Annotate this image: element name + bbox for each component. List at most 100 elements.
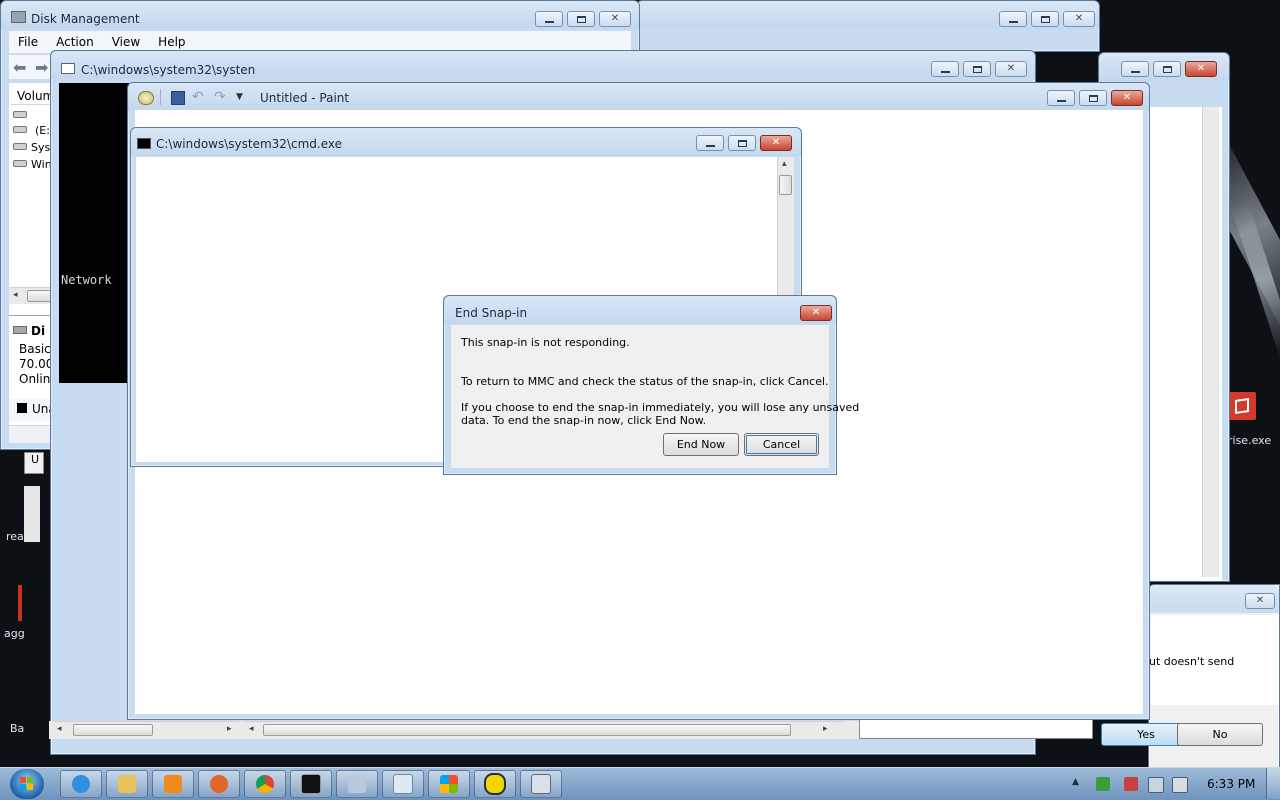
legend-swatch-unallocated bbox=[17, 403, 27, 413]
back-icon[interactable]: ⬅ bbox=[13, 58, 26, 77]
vertical-scrollbar[interactable] bbox=[1202, 107, 1219, 577]
cmd-icon bbox=[301, 774, 321, 794]
disk-type: Basic bbox=[19, 342, 51, 356]
end-now-button[interactable]: End Now bbox=[663, 433, 739, 456]
close-button[interactable]: ✕ bbox=[760, 135, 792, 151]
volume-muted-icon[interactable] bbox=[1172, 777, 1188, 793]
dialog-message: data. To end the snap-in now, click End … bbox=[461, 414, 707, 427]
minimize-button[interactable] bbox=[1121, 61, 1149, 77]
forward-icon[interactable]: ➡ bbox=[35, 58, 48, 77]
menu-file[interactable]: File bbox=[9, 35, 47, 49]
minimize-button[interactable] bbox=[535, 11, 563, 27]
minimize-button[interactable] bbox=[696, 135, 724, 151]
undo-icon[interactable]: ↶ bbox=[192, 89, 204, 105]
taskbar-internet-explorer[interactable] bbox=[60, 770, 102, 798]
tools-icon bbox=[484, 773, 506, 795]
menu-action[interactable]: Action bbox=[47, 35, 103, 49]
media-player-icon bbox=[164, 775, 182, 793]
background-window-top[interactable]: ✕ bbox=[636, 0, 1100, 52]
network-tray-icon[interactable] bbox=[1148, 777, 1164, 793]
maximize-button[interactable] bbox=[1153, 61, 1181, 77]
dialog-message: To return to MMC and check the status of… bbox=[461, 375, 829, 388]
taskbar-network[interactable] bbox=[336, 770, 378, 798]
console-area[interactable]: Network bbox=[59, 83, 129, 383]
desktop-label: agg bbox=[4, 627, 25, 640]
cancel-button[interactable]: Cancel bbox=[744, 433, 819, 456]
dialog-message: This snap-in is not responding. bbox=[461, 336, 630, 349]
window-title: Untitled - Paint bbox=[260, 91, 350, 105]
dialog-title: End Snap-in bbox=[455, 306, 528, 320]
close-button[interactable]: ✕ bbox=[1063, 11, 1095, 27]
close-button[interactable]: ✕ bbox=[995, 61, 1027, 77]
maximize-button[interactable] bbox=[1079, 90, 1107, 106]
taskbar-windows-explorer[interactable] bbox=[106, 770, 148, 798]
taskbar-windows-update[interactable] bbox=[428, 770, 470, 798]
windows-logo-icon bbox=[440, 775, 458, 793]
dialog-message: If you choose to end the snap-in immedia… bbox=[461, 401, 860, 414]
console-text: Network bbox=[61, 273, 112, 287]
menu-view[interactable]: View bbox=[103, 35, 149, 49]
window-title: C:\windows\system32\cmd.exe bbox=[156, 137, 342, 151]
no-button[interactable]: No bbox=[1177, 723, 1263, 746]
taskbar-media-player[interactable] bbox=[152, 770, 194, 798]
background-window-edge bbox=[24, 486, 40, 542]
taskbar-notepad[interactable] bbox=[382, 770, 424, 798]
taskbar-mmc[interactable] bbox=[520, 770, 562, 798]
redo-icon[interactable]: ↷ bbox=[214, 89, 226, 105]
drive-icon bbox=[13, 111, 27, 118]
desktop-icon-sliver bbox=[18, 585, 22, 621]
menu-help[interactable]: Help bbox=[149, 35, 194, 49]
maximize-button[interactable] bbox=[1031, 11, 1059, 27]
firefox-icon bbox=[210, 775, 228, 793]
text-field[interactable] bbox=[859, 719, 1093, 739]
taskbar-chrome[interactable] bbox=[244, 770, 286, 798]
close-button[interactable]: ✕ bbox=[1185, 61, 1217, 77]
maximize-button[interactable] bbox=[963, 61, 991, 77]
disk-management-icon bbox=[11, 11, 26, 23]
taskbar-firefox[interactable] bbox=[198, 770, 240, 798]
minimize-button[interactable] bbox=[931, 61, 959, 77]
save-icon[interactable] bbox=[171, 91, 185, 105]
close-button[interactable]: ✕ bbox=[1111, 90, 1143, 106]
taskbar-cmd[interactable] bbox=[290, 770, 332, 798]
disk-status: Onlin bbox=[19, 372, 51, 386]
folder-icon bbox=[118, 775, 136, 793]
end-snapin-dialog[interactable]: End Snap-in ✕ This snap-in is not respon… bbox=[443, 295, 859, 475]
start-button[interactable] bbox=[10, 769, 44, 799]
desktop-label: Ba bbox=[10, 722, 25, 735]
minimize-button[interactable] bbox=[1047, 90, 1075, 106]
cmd-icon bbox=[137, 138, 151, 149]
disk-icon bbox=[13, 326, 27, 334]
horizontal-scrollbar[interactable]: ◂ ▸ bbox=[245, 721, 845, 738]
action-center-icon[interactable] bbox=[1124, 777, 1138, 791]
chrome-icon bbox=[256, 775, 274, 793]
desktop-wallpaper-streak bbox=[1230, 201, 1280, 359]
show-desktop-button[interactable] bbox=[1266, 768, 1280, 799]
show-hidden-icons-icon[interactable]: ▲ bbox=[1072, 777, 1079, 787]
customize-toolbar-icon[interactable]: ▼ bbox=[236, 92, 243, 102]
office-setup-icon[interactable] bbox=[1228, 392, 1256, 420]
internet-explorer-icon bbox=[72, 775, 90, 793]
window-title: C:\windows\system32\systen bbox=[81, 63, 256, 77]
close-button[interactable]: ✕ bbox=[1245, 593, 1275, 609]
disk-label: Di bbox=[31, 324, 46, 338]
clock[interactable]: 6:33 PM bbox=[1207, 777, 1255, 791]
dialog-body: This snap-in is not responding. To retur… bbox=[451, 325, 859, 468]
horizontal-scrollbar[interactable]: ◂ ▸ bbox=[53, 721, 239, 738]
taskbar-tools[interactable] bbox=[474, 770, 516, 798]
paint-app-icon[interactable] bbox=[138, 91, 154, 105]
minimize-button[interactable] bbox=[999, 11, 1027, 27]
security-tray-icon[interactable] bbox=[1096, 777, 1110, 791]
dialog-message: ut doesn't send bbox=[1149, 655, 1235, 668]
taskbar: ▲ 6:33 PM bbox=[0, 767, 1280, 800]
confirmation-dialog[interactable]: ✕ ut doesn't send Yes No bbox=[1101, 584, 1280, 770]
close-button[interactable]: ✕ bbox=[599, 11, 631, 27]
window-title: Disk Management bbox=[31, 12, 140, 26]
drive-icon bbox=[13, 126, 27, 133]
maximize-button[interactable] bbox=[728, 135, 756, 151]
disk-size: 70.00 bbox=[19, 357, 54, 371]
drive-icon bbox=[13, 143, 27, 150]
maximize-button[interactable] bbox=[567, 11, 595, 27]
background-window-tab[interactable]: U bbox=[24, 452, 44, 474]
close-button[interactable]: ✕ bbox=[800, 305, 832, 321]
